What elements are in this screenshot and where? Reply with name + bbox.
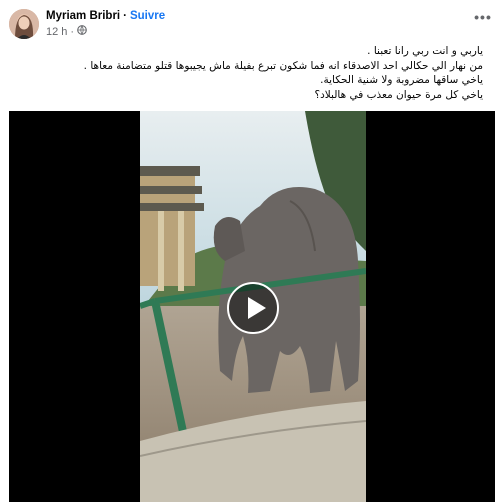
avatar-photo xyxy=(9,9,39,39)
post-time[interactable]: 12 h xyxy=(46,26,67,38)
post-text: ياربي و انت ربي رانا تعبنا . من نهار الي… xyxy=(10,44,483,102)
more-options-icon[interactable]: ••• xyxy=(474,10,492,28)
post-header: Myriam Bribri · Suivre 12 h · ••• xyxy=(0,0,495,44)
play-button[interactable] xyxy=(227,282,279,334)
time-separator: · xyxy=(70,25,75,38)
avatar[interactable] xyxy=(9,9,39,39)
post-text-line: ياخي ساقها مضروبة ولا شنية الحكاية. xyxy=(320,74,483,86)
follow-button[interactable]: Suivre xyxy=(130,10,165,22)
post-text-line: ياخي كل مرة حيوان معذب في هالبلاد؟ xyxy=(314,88,483,101)
globe-icon xyxy=(77,25,87,38)
video-player[interactable] xyxy=(9,111,495,502)
post-meta: 12 h · xyxy=(46,25,87,38)
play-icon xyxy=(248,297,266,319)
post-text-line: ياربي و انت ربي رانا تعبنا . xyxy=(367,45,483,57)
post-text-line: من نهار الي حكالي احد الاصدقاء انه فما ش… xyxy=(83,59,483,72)
name-separator: · xyxy=(123,10,127,22)
author-name[interactable]: Myriam Bribri xyxy=(46,10,120,22)
